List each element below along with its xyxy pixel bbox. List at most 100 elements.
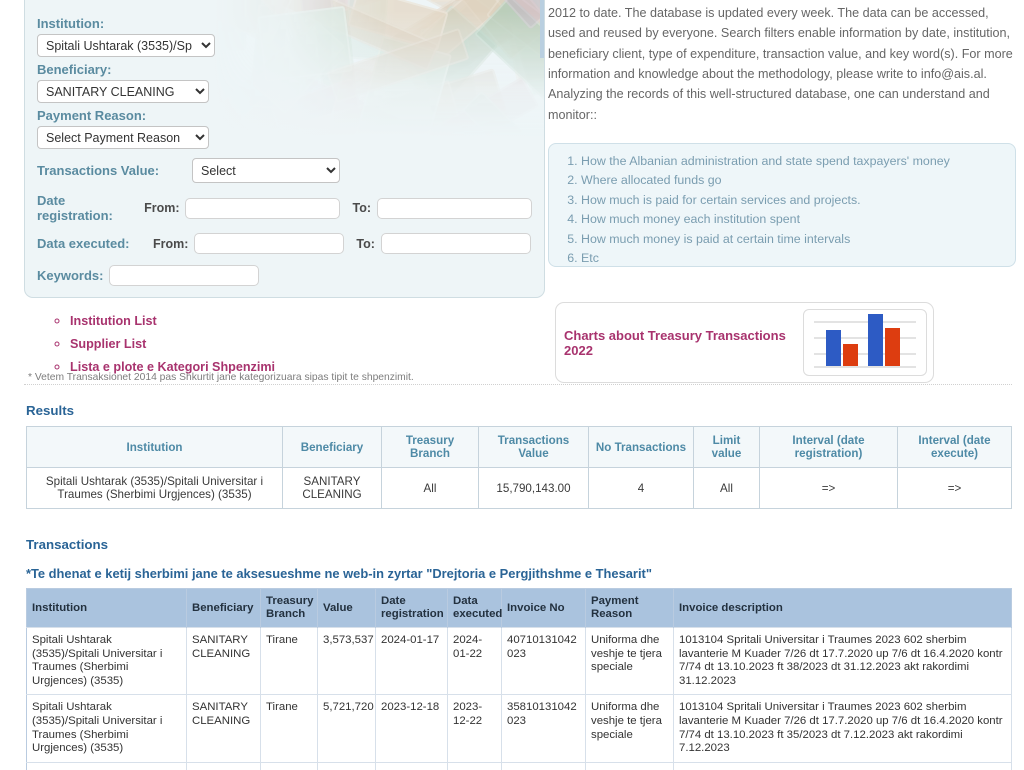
search-filter-panel: Institution: Spitali Ushtarak (3535)/Sp … [24, 0, 545, 298]
payment-reason-label: Payment Reason: [37, 108, 146, 123]
date-registration-to-input[interactable] [377, 198, 532, 219]
cell-beneficiary: SANITARY CLEANING [187, 628, 261, 695]
payment-reason-select[interactable]: Select Payment Reason [37, 126, 209, 149]
transactions-table: Institution Beneficiary Treasury Branch … [26, 588, 1012, 770]
cell-institution: Spitali Ushtarak (3535)/Spitali Universi… [27, 468, 283, 509]
col-invoice-no: Invoice No [502, 589, 586, 628]
date-registration-from-input[interactable] [185, 198, 340, 219]
bar-chart-thumbnail [803, 309, 927, 376]
divider [24, 384, 1012, 385]
col-limit-value: Limit value [694, 427, 760, 468]
cell-value: 5,721,720 [318, 695, 376, 762]
table-header-row: Institution Beneficiary Treasury Branch … [27, 589, 1012, 628]
list-item: Institution List [70, 312, 540, 330]
col-treasury-branch: Treasury Branch [382, 427, 479, 468]
col-payment-reason: Payment Reason [586, 589, 674, 628]
cell-treasury-branch: All [382, 468, 479, 509]
list-item: Etc [581, 249, 1001, 268]
list-item: How much money is paid at certain time i… [581, 230, 1001, 249]
col-data-executed: Data executed [448, 589, 502, 628]
cell-invoice-description: 1013104 Spritali Universitar i Traumes 2… [674, 762, 1012, 770]
cell-institution: Spitali Ushtarak (3535)/Spitali Universi… [27, 762, 187, 770]
charts-promo-box[interactable]: Charts about Treasury Transactions 2022 [555, 302, 934, 383]
cell-treasury-branch: Tirane [261, 628, 318, 695]
cell-beneficiary: SANITARY CLEANING [187, 762, 261, 770]
cell-institution: Spitali Ushtarak (3535)/Spitali Universi… [27, 628, 187, 695]
search-button[interactable]: Search [77, 297, 152, 298]
data-executed-from-input[interactable] [194, 233, 344, 254]
col-interval-execute: Interval (date execute) [898, 427, 1012, 468]
cell-treasury-branch: Tirane [261, 762, 318, 770]
col-date-registration: Date registration [376, 589, 448, 628]
list-item: How the Albanian administration and stat… [581, 152, 1001, 171]
page-root: Institution: Spitali Ushtarak (3535)/Sp … [0, 0, 1024, 770]
beneficiary-select[interactable]: SANITARY CLEANING [37, 80, 209, 103]
transactions-note: *Te dhenat e ketij sherbimi jane te akse… [26, 566, 652, 581]
date-registration-to-label: To: [352, 201, 371, 215]
list-item: Supplier List [70, 335, 540, 353]
col-interval-registration: Interval (date registration) [760, 427, 898, 468]
cell-date-registration: 2023-12-18 [376, 695, 448, 762]
beneficiary-label: Beneficiary: [37, 62, 111, 77]
cell-payment-reason: Uniforma dhe veshje te tjera speciale [586, 628, 674, 695]
cell-invoice-no: 30010131042023 [502, 762, 586, 770]
cell-invoice-no: 40710131042023 [502, 628, 586, 695]
resource-links: Institution List Supplier List Lista e p… [40, 312, 540, 381]
col-beneficiary: Beneficiary [283, 427, 382, 468]
footnote-text: * Vetem Transaksionet 2014 pas Shkurtit … [28, 372, 414, 383]
list-item: How much money each institution spent [581, 210, 1001, 229]
table-header-row: Institution Beneficiary Treasury Branch … [27, 427, 1012, 468]
table-row: Spitali Ushtarak (3535)/Spitali Universi… [27, 468, 1012, 509]
chart-bar-series-a-2 [868, 314, 883, 366]
col-institution: Institution [27, 589, 187, 628]
chart-bar-series-b-1 [843, 344, 858, 366]
description-text: Albania and Open Data Albania lists ever… [548, 0, 1016, 125]
field-institution: Institution: [37, 15, 532, 33]
list-item: How much is paid for certain services an… [581, 191, 1001, 210]
col-value: Value [318, 589, 376, 628]
institution-select[interactable]: Spitali Ushtarak (3535)/Sp [37, 34, 215, 57]
data-executed-to-label: To: [356, 237, 375, 251]
keywords-input[interactable] [109, 265, 259, 286]
data-executed-to-input[interactable] [381, 233, 531, 254]
col-beneficiary: Beneficiary [187, 589, 261, 628]
col-no-transactions: No Transactions [589, 427, 694, 468]
institution-label: Institution: [37, 16, 104, 31]
chart-bar-series-b-2 [885, 328, 900, 366]
cell-value: 3,669,591 [318, 762, 376, 770]
date-registration-label: Date registration: [37, 193, 144, 223]
cell-data-executed: 2023-12-22 [448, 695, 502, 762]
table-row: Spitali Ushtarak (3535)/Spitali Universi… [27, 628, 1012, 695]
table-row: Spitali Ushtarak (3535)/Spitali Universi… [27, 762, 1012, 770]
cell-beneficiary: SANITARY CLEANING [283, 468, 382, 509]
chart-bar-series-a-1 [826, 330, 841, 366]
cell-invoice-description: 1013104 Spritali Universitar i Traumes 2… [674, 695, 1012, 762]
cell-limit-value: All [694, 468, 760, 509]
col-transactions-value: Transactions Value [479, 427, 589, 468]
cell-invoice-description: 1013104 Spritali Universitar i Traumes 2… [674, 628, 1012, 695]
cell-data-executed: 2024-01-22 [448, 628, 502, 695]
cell-date-registration: 2023-11-21 [376, 762, 448, 770]
cell-invoice-no: 35810131042023 [502, 695, 586, 762]
cell-interval-registration: => [760, 468, 898, 509]
cell-payment-reason: Uniforma dhe veshje te tjera speciale [586, 695, 674, 762]
col-treasury-branch: Treasury Branch [261, 589, 318, 628]
cell-beneficiary: SANITARY CLEANING [187, 695, 261, 762]
data-executed-label: Data executed: [37, 236, 153, 251]
results-title: Results [26, 403, 74, 418]
link-supplier-list[interactable]: Supplier List [70, 337, 146, 351]
cell-date-registration: 2024-01-17 [376, 628, 448, 695]
charts-box-title: Charts about Treasury Transactions 2022 [564, 328, 803, 358]
list-item: Where allocated funds go [581, 171, 1001, 190]
cell-institution: Spitali Ushtarak (3535)/Spitali Universi… [27, 695, 187, 762]
col-invoice-description: Invoice description [674, 589, 1012, 628]
cell-payment-reason: Uniforma dhe veshje te tjera speciale [586, 762, 674, 770]
transactions-value-select[interactable]: Select [192, 158, 340, 183]
cell-no-transactions: 4 [589, 468, 694, 509]
transactions-value-label: Transactions Value: [37, 163, 192, 178]
cell-treasury-branch: Tirane [261, 695, 318, 762]
results-table: Institution Beneficiary Treasury Branch … [26, 426, 1012, 509]
keywords-label: Keywords: [37, 268, 109, 283]
link-institution-list[interactable]: Institution List [70, 314, 157, 328]
monitor-list: How the Albanian administration and stat… [563, 152, 1001, 268]
